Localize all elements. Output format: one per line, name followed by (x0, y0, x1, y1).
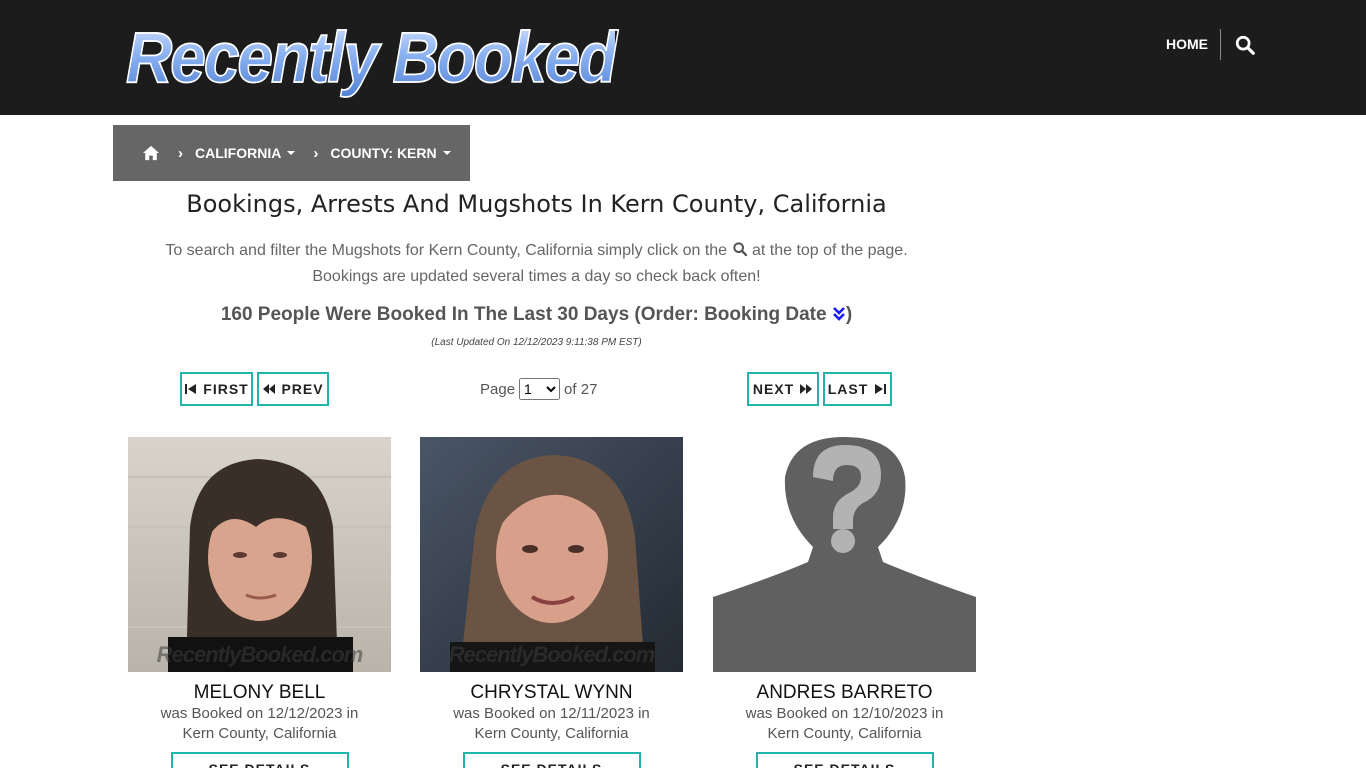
home-icon[interactable] (142, 145, 160, 161)
prev-page-label: PREV (281, 381, 324, 397)
site-header: Recently Booked HOME (0, 0, 1366, 115)
intro-text-part1: To search and filter the Mugshots for Ke… (165, 242, 728, 259)
mugshot-photo[interactable] (713, 437, 976, 672)
booking-count-close: ) (845, 304, 853, 325)
booking-info-line1: was Booked on 12/11/2023 in (453, 705, 650, 722)
breadcrumb-california[interactable]: CALIFORNIA (195, 145, 296, 161)
caret-down-icon (442, 151, 451, 155)
nav-divider (1220, 29, 1221, 60)
mugshot-photo[interactable]: RecentlyBooked.com (420, 437, 683, 672)
mugshot-image (420, 437, 683, 672)
double-chevron-down-icon[interactable] (832, 306, 846, 322)
page-selector: Page 1 of 27 (480, 377, 597, 401)
last-page-button[interactable]: LAST (823, 372, 892, 406)
see-details-button[interactable]: SEE DETAILS (755, 752, 934, 768)
first-page-label: FIRST (203, 381, 249, 397)
page-select[interactable]: 1 (519, 378, 561, 400)
last-page-icon (875, 384, 887, 394)
chevron-right-icon: › (178, 144, 183, 162)
search-icon[interactable] (1234, 34, 1256, 56)
person-name[interactable]: MELONY BELL (128, 682, 391, 704)
breadcrumb: › CALIFORNIA › COUNTY: KERN (113, 125, 470, 181)
mugshot-photo[interactable]: RecentlyBooked.com (128, 437, 391, 672)
person-name[interactable]: CHRYSTAL WYNN (420, 682, 683, 704)
see-details-button[interactable]: SEE DETAILS (462, 752, 641, 768)
last-page-label: LAST (827, 381, 869, 397)
chevron-right-icon: › (313, 144, 319, 162)
next-page-button[interactable]: NEXT (747, 372, 819, 406)
first-page-icon (185, 384, 197, 394)
booking-info-line2: Kern County, California (474, 725, 629, 742)
watermark: RecentlyBooked.com (156, 642, 364, 667)
booking-info-line2: Kern County, California (767, 725, 922, 742)
person-name[interactable]: ANDRES BARRETO (713, 682, 976, 704)
next-page-label: NEXT (752, 381, 795, 397)
last-updated: (Last Updated On 12/12/2023 9:11:38 PM E… (431, 337, 642, 348)
intro-text: To search and filter the Mugshots for Ke… (113, 238, 960, 290)
booking-info-line2: Kern County, California (182, 725, 337, 742)
caret-down-icon (287, 151, 296, 155)
booking-info-line1: was Booked on 12/12/2023 in (160, 705, 359, 722)
page-total-label: of 27 (564, 380, 598, 398)
fast-forward-icon (800, 384, 813, 394)
intro-text-line2: Bookings are updated several times a day… (312, 268, 761, 285)
breadcrumb-california-label: CALIFORNIA (195, 145, 282, 161)
search-icon (732, 242, 747, 257)
mugshot-image (128, 437, 391, 672)
first-page-button[interactable]: FIRST (180, 372, 253, 406)
booking-count: 160 People Were Booked In The Last 30 Da… (113, 304, 960, 326)
prev-page-button[interactable]: PREV (257, 372, 329, 406)
page-title: Bookings, Arrests And Mugshots In Kern C… (186, 190, 887, 218)
nav-home-link[interactable]: HOME (1166, 36, 1208, 52)
breadcrumb-county-label: COUNTY: KERN (330, 145, 437, 161)
see-details-button[interactable]: SEE DETAILS (170, 752, 349, 768)
breadcrumb-county[interactable]: COUNTY: KERN (330, 145, 451, 161)
unknown-person-icon (713, 437, 976, 672)
booking-count-text: 160 People Were Booked In The Last 30 Da… (220, 304, 827, 325)
booking-card: RecentlyBooked.com MELONY BELL was Booke… (128, 437, 391, 768)
watermark: RecentlyBooked.com (448, 642, 656, 667)
booking-card: ANDRES BARRETO was Booked on 12/10/2023 … (713, 437, 976, 768)
rewind-icon (263, 384, 276, 394)
intro-text-part2: at the top of the page. (751, 242, 908, 259)
page-label: Page (480, 380, 516, 398)
booking-card: RecentlyBooked.com CHRYSTAL WYNN was Boo… (420, 437, 683, 768)
booking-info-line1: was Booked on 12/10/2023 in (745, 705, 944, 722)
site-logo[interactable]: Recently Booked (125, 16, 618, 99)
